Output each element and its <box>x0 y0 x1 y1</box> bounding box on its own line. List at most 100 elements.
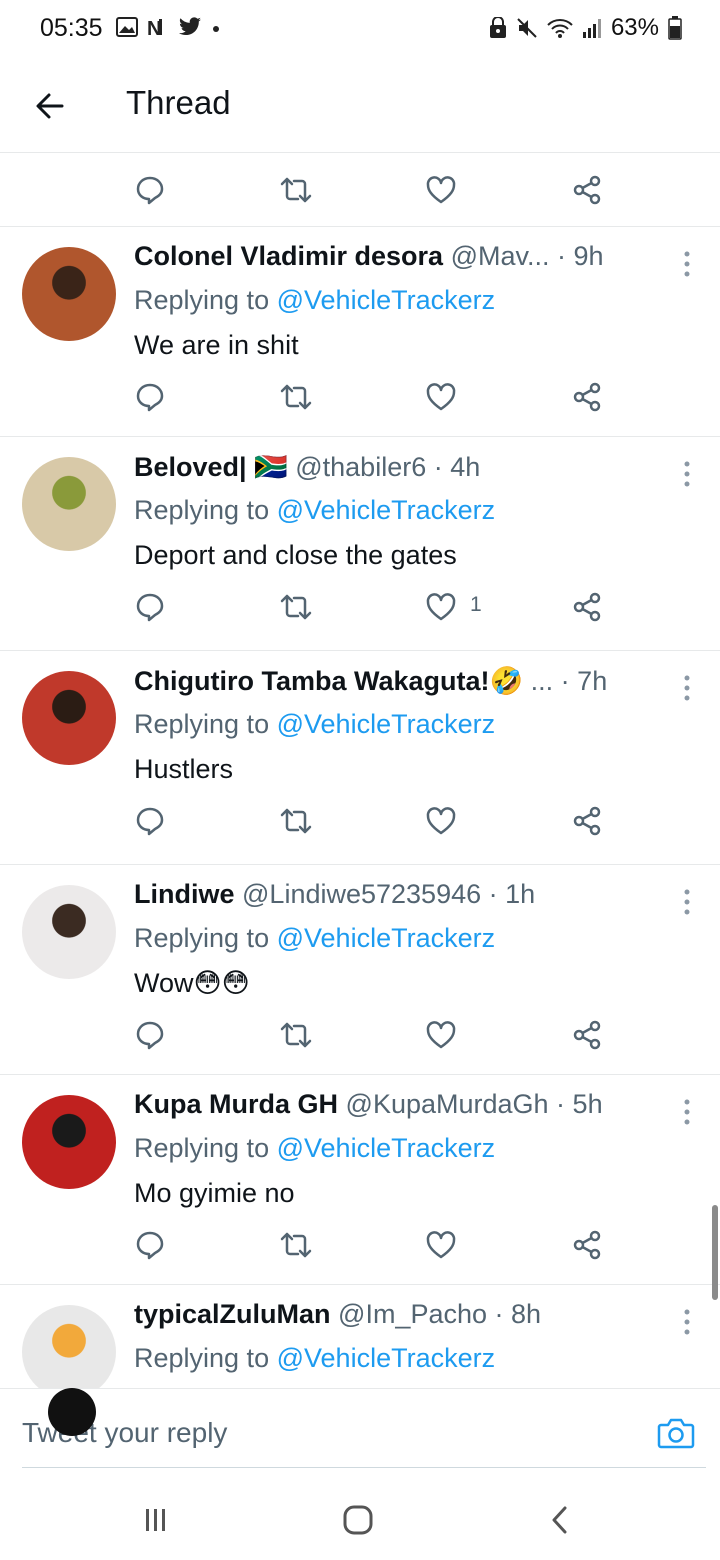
replying-to-label: Replying to <box>134 923 270 953</box>
more-options-button[interactable] <box>682 673 692 703</box>
tweet-author-handle[interactable]: ... <box>531 666 554 696</box>
tweet-author-name[interactable]: Colonel Vladimir desora <box>134 241 443 271</box>
avatar[interactable] <box>22 1305 116 1399</box>
avatar[interactable] <box>22 1095 116 1189</box>
avatar[interactable] <box>22 885 116 979</box>
recent-apps-button[interactable] <box>136 1500 176 1540</box>
battery-icon <box>668 16 682 40</box>
notification-dot-icon <box>213 26 219 32</box>
mention-link[interactable]: @VehicleTrackerz <box>277 709 495 739</box>
mention-link[interactable]: @VehicleTrackerz <box>277 923 495 953</box>
tweet-author-handle[interactable]: @Lindiwe57235946 <box>242 879 481 909</box>
share-button[interactable] <box>567 587 607 627</box>
tweet-author-handle[interactable]: @Im_Pacho <box>338 1299 487 1329</box>
retweet-button[interactable] <box>276 587 316 627</box>
tweet-text: Hustlers <box>134 754 234 784</box>
camera-button[interactable] <box>656 1413 696 1453</box>
tweet-actions <box>0 1225 720 1269</box>
like-button[interactable] <box>421 1015 461 1055</box>
replying-to: Replying to @VehicleTrackerz <box>134 1133 495 1164</box>
more-vertical-icon <box>684 889 690 915</box>
like-button[interactable] <box>421 801 461 841</box>
wifi-icon <box>547 19 573 38</box>
retweet-button[interactable] <box>276 170 316 210</box>
like-button[interactable] <box>421 377 461 417</box>
tweet-item[interactable]: Chigutiro Tamba Wakaguta!🤣 ... · 7h Reply… <box>0 650 720 865</box>
more-options-button[interactable] <box>682 1097 692 1127</box>
chevron-left-icon <box>552 1506 567 1534</box>
like-button[interactable] <box>421 587 461 627</box>
tweet-actions <box>0 170 720 220</box>
scrollbar[interactable] <box>712 1205 718 1300</box>
reply-button[interactable] <box>130 1225 170 1265</box>
floating-assist-button[interactable] <box>48 1388 96 1436</box>
reply-button[interactable] <box>130 170 170 210</box>
tweet-author-handle[interactable]: @thabiler6 <box>295 452 426 482</box>
reply-composer[interactable]: Tweet your reply <box>0 1388 720 1469</box>
more-vertical-icon <box>684 675 690 701</box>
share-button[interactable] <box>567 801 607 841</box>
mention-link[interactable]: @VehicleTrackerz <box>277 1133 495 1163</box>
heart-icon <box>426 1231 456 1259</box>
tweet-timestamp: 7h <box>577 666 608 696</box>
tweet-item[interactable]: Lindiwe @Lindiwe57235946 · 1h Replying to… <box>0 864 720 1079</box>
mention-link[interactable]: @VehicleTrackerz <box>277 1343 495 1373</box>
tweet-actions <box>0 377 720 421</box>
reply-button[interactable] <box>130 587 170 627</box>
more-options-button[interactable] <box>682 249 692 279</box>
reply-button[interactable] <box>130 377 170 417</box>
back-button[interactable] <box>30 86 70 126</box>
replying-to-label: Replying to <box>134 1343 270 1373</box>
more-options-button[interactable] <box>682 1307 692 1337</box>
share-button[interactable] <box>567 1225 607 1265</box>
tweet-text: Deport and close the gates <box>134 540 457 570</box>
retweet-icon <box>280 808 312 834</box>
avatar[interactable] <box>22 457 116 551</box>
share-button[interactable] <box>567 377 607 417</box>
like-button[interactable] <box>421 1225 461 1265</box>
replying-to: Replying to @VehicleTrackerz <box>134 495 495 526</box>
avatar[interactable] <box>22 247 116 341</box>
share-button[interactable] <box>567 170 607 210</box>
mention-link[interactable]: @VehicleTrackerz <box>277 495 495 525</box>
tweet-author-handle[interactable]: @Mav... <box>451 241 550 271</box>
tweet-text: Mo gyimie no <box>134 1178 295 1208</box>
retweet-button[interactable] <box>276 377 316 417</box>
retweet-button[interactable] <box>276 1225 316 1265</box>
more-vertical-icon <box>684 251 690 277</box>
tweet-item[interactable]: Beloved| 🇿🇦 @thabiler6 · 4h Replying to @… <box>0 436 720 651</box>
avatar[interactable] <box>22 671 116 765</box>
retweet-button[interactable] <box>276 801 316 841</box>
share-icon <box>573 382 601 412</box>
tweet-timestamp: 1h <box>505 879 536 909</box>
tweet-author-handle[interactable]: @KupaMurdaGh <box>346 1089 549 1119</box>
tweet-author-name[interactable]: typicalZuluMan <box>134 1299 331 1329</box>
reply-button[interactable] <box>130 1015 170 1055</box>
more-vertical-icon <box>684 1309 690 1335</box>
tweet-author-name[interactable]: Lindiwe <box>134 879 235 909</box>
retweet-button[interactable] <box>276 1015 316 1055</box>
retweet-icon <box>280 384 312 410</box>
heart-icon <box>426 807 456 835</box>
tweet-author-name[interactable]: Beloved| 🇿🇦 <box>134 452 288 482</box>
status-time: 05:35 <box>40 14 103 42</box>
like-button[interactable] <box>421 170 461 210</box>
heart-icon <box>426 176 456 204</box>
tweet-item[interactable]: Colonel Vladimir desora @Mav... · 9h Repl… <box>0 226 720 441</box>
tweet-item[interactable]: Kupa Murda GH @KupaMurdaGh · 5h Replying … <box>0 1074 720 1289</box>
mention-link[interactable]: @VehicleTrackerz <box>277 285 495 315</box>
tweet-author-name[interactable]: Chigutiro Tamba Wakaguta!🤣 <box>134 666 523 696</box>
more-options-button[interactable] <box>682 887 692 917</box>
tweet-text: Wow😳😳 <box>134 968 250 998</box>
tweet-author-name[interactable]: Kupa Murda GH <box>134 1089 338 1119</box>
more-options-button[interactable] <box>682 459 692 489</box>
reply-button[interactable] <box>130 801 170 841</box>
back-nav-button[interactable] <box>540 1500 580 1540</box>
home-button[interactable] <box>338 1500 378 1540</box>
signal-icon <box>582 19 601 38</box>
replying-to: Replying to @VehicleTrackerz <box>134 1343 495 1374</box>
share-button[interactable] <box>567 1015 607 1055</box>
replying-to-label: Replying to <box>134 495 270 525</box>
share-icon <box>573 806 601 836</box>
share-icon <box>573 1020 601 1050</box>
